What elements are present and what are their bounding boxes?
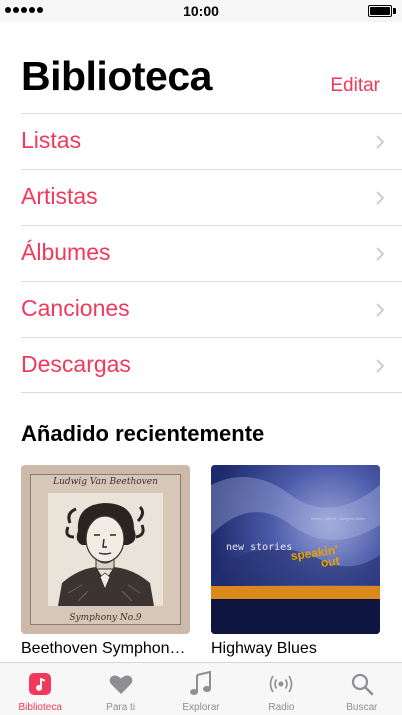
library-list: Listas Artistas Álbumes Canciones Descar…: [21, 113, 402, 393]
status-bar: 10:00: [0, 0, 402, 22]
page-title: Biblioteca: [21, 53, 212, 99]
music-note-icon: [190, 670, 212, 695]
album-cover-highway-blues: Kenny Garrett · Mulgrew Miller new stori…: [211, 465, 380, 634]
cover-text: Symphony No.9: [69, 613, 142, 623]
search-icon: [351, 673, 374, 696]
section-title-recently-added: Añadido recientemente: [21, 421, 265, 446]
library-item-artistas[interactable]: Artistas: [21, 169, 402, 225]
chevron-right-icon: [376, 359, 385, 373]
tab-label: Explorar: [182, 702, 220, 713]
battery-icon: [368, 5, 396, 17]
chevron-right-icon: [376, 303, 385, 317]
library-item-label: Listas: [21, 127, 82, 153]
tab-radio[interactable]: Radio: [241, 663, 321, 715]
chevron-right-icon: [376, 247, 385, 261]
tab-para-ti[interactable]: Para ti: [80, 663, 160, 715]
library-item-label: Artistas: [21, 183, 98, 209]
cover-text: Kenny Garrett · Mulgrew Miller: [311, 516, 366, 521]
tab-label: Biblioteca: [18, 702, 62, 713]
chevron-right-icon: [376, 135, 385, 149]
beethoven-portrait-icon: [48, 493, 163, 606]
library-item-label: Álbumes: [21, 239, 111, 265]
cover-text: Ludwig Van Beethoven: [53, 477, 158, 487]
library-item-label: Descargas: [21, 351, 131, 377]
library-icon: [29, 673, 52, 695]
library-item-label: Canciones: [21, 295, 130, 321]
edit-button[interactable]: Editar: [330, 75, 380, 97]
library-item-albumes[interactable]: Álbumes: [21, 225, 402, 281]
cover-text: new stories: [226, 542, 293, 553]
radio-icon: [270, 675, 293, 693]
album-card[interactable]: Kenny Garrett · Mulgrew Miller new stori…: [211, 465, 380, 658]
tab-label: Radio: [268, 702, 295, 713]
library-item-listas[interactable]: Listas: [21, 113, 402, 169]
library-item-descargas[interactable]: Descargas: [21, 337, 402, 393]
heart-icon: [109, 675, 132, 694]
status-time: 10:00: [183, 3, 219, 19]
library-item-canciones[interactable]: Canciones: [21, 281, 402, 337]
tab-label: Buscar: [346, 702, 378, 713]
album-cover-beethoven: Ludwig Van Beethoven Symphony No.9: [21, 465, 190, 634]
tab-buscar[interactable]: Buscar: [322, 663, 402, 715]
chevron-right-icon: [376, 191, 385, 205]
album-title: Beethoven Symphon…: [21, 640, 186, 657]
tab-bar: Biblioteca Para ti Explorar Radio Buscar: [0, 662, 402, 715]
tab-label: Para ti: [106, 702, 136, 713]
album-title: Highway Blues: [211, 640, 317, 657]
album-card[interactable]: Ludwig Van Beethoven Symphony No.9 Beeth…: [21, 465, 190, 658]
tab-biblioteca[interactable]: Biblioteca: [0, 663, 80, 715]
tab-explorar[interactable]: Explorar: [161, 663, 241, 715]
